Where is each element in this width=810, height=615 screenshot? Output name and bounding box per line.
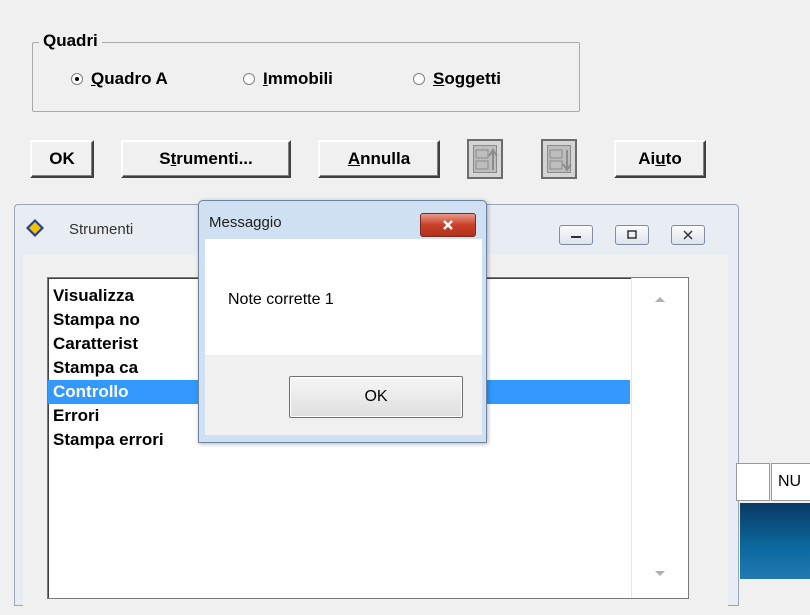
strumenti-label-pre: S — [159, 149, 171, 168]
dialog-footer: OK — [205, 355, 482, 435]
giu-arrow-down-icon — [547, 145, 572, 173]
close-icon — [443, 220, 453, 230]
su-button[interactable] — [467, 139, 503, 179]
scroll-up-arrow-icon[interactable] — [632, 278, 688, 318]
radio-quadro-a[interactable]: Quadro A — [71, 69, 168, 89]
maximize-icon — [627, 230, 637, 239]
dialog-message: Note corrette 1 — [228, 291, 334, 308]
messaggio-dialog-title: Messaggio — [209, 214, 282, 231]
close-icon — [683, 230, 693, 240]
ok-button-label: OK — [49, 149, 75, 168]
radio-soggetti-accel: S — [433, 69, 445, 88]
radio-soggetti[interactable]: Soggetti — [413, 69, 501, 89]
quadri-groupbox: Quadri Quadro A Immobili Soggetti — [32, 31, 580, 112]
aiuto-button[interactable]: Ai u to — [614, 140, 706, 178]
radio-unchecked-icon — [243, 73, 255, 85]
minimize-button[interactable] — [559, 225, 593, 245]
dark-image-panel — [740, 503, 810, 579]
maximize-button[interactable] — [615, 225, 649, 245]
annulla-label: nnulla — [360, 149, 411, 168]
radio-immobili[interactable]: Immobili — [243, 69, 333, 89]
annulla-accel: A — [347, 149, 361, 168]
strumenti-window-title: Strumenti — [69, 221, 134, 238]
giu-button[interactable] — [541, 139, 577, 179]
scroll-down-arrow-icon[interactable] — [632, 563, 688, 583]
right-field-nu[interactable]: NU — [771, 463, 810, 501]
minimize-icon — [571, 236, 581, 238]
radio-immobili-label: mmobili — [267, 69, 333, 88]
dialog-ok-label: OK — [364, 388, 388, 405]
aiuto-label-post: to — [665, 149, 682, 168]
radio-soggetti-label: oggetti — [444, 69, 501, 88]
vertical-scrollbar[interactable] — [631, 278, 688, 598]
radio-unchecked-icon — [413, 73, 425, 85]
right-field-empty[interactable] — [736, 463, 770, 501]
strumenti-label-post: rumenti... — [176, 149, 253, 168]
dialog-close-button[interactable] — [420, 213, 476, 237]
quadri-group-title: Quadri — [39, 31, 102, 51]
aiuto-accel: u — [655, 149, 666, 168]
ok-button[interactable]: OK — [30, 140, 94, 178]
close-button[interactable] — [671, 225, 705, 245]
app-diamond-icon — [26, 219, 44, 237]
radio-checked-icon — [71, 73, 83, 85]
dialog-ok-button[interactable]: OK — [289, 376, 463, 418]
annulla-button[interactable]: Annulla — [318, 140, 440, 178]
radio-quadro-a-accel: Q — [91, 69, 105, 88]
su-arrow-up-icon — [473, 145, 498, 173]
messaggio-dialog-body: Note corrette 1 OK — [205, 239, 482, 435]
strumenti-button[interactable]: St rumenti... — [121, 140, 291, 178]
messaggio-dialog: Messaggio Note corrette 1 OK — [198, 200, 487, 443]
radio-quadro-a-label: uadro A — [104, 69, 168, 88]
aiuto-label-pre: Ai — [638, 149, 656, 168]
